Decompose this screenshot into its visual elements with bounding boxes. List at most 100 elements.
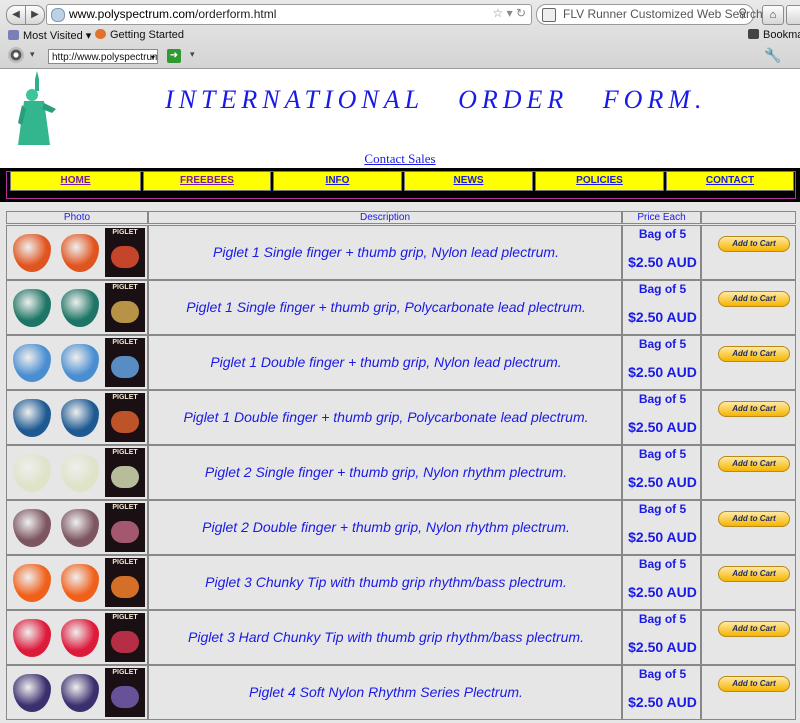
add-to-cart-button[interactable]: Add to Cart [718, 511, 790, 527]
add-to-cart-button[interactable]: Add to Cart [718, 566, 790, 582]
product-pack-image: PIGLET [105, 228, 145, 277]
plectrum-image [13, 289, 51, 327]
film-reel-icon[interactable] [8, 47, 24, 63]
product-description: Piglet 1 Single finger + thumb grip, Nyl… [213, 244, 559, 260]
add-to-cart-button[interactable]: Add to Cart [718, 676, 790, 692]
description-cell: Piglet 2 Single finger + thumb grip, Nyl… [148, 445, 622, 500]
bookmark-label: Bookmarks [763, 29, 800, 41]
plectrum-image [13, 674, 51, 712]
menu-contact[interactable]: CONTACT [666, 171, 794, 191]
site-identity-icon[interactable] [51, 8, 65, 22]
url-host: www.polyspectrum.com [69, 7, 196, 21]
add-to-cart-button[interactable]: Add to Cart [718, 401, 790, 417]
product-photo[interactable]: PIGLET [9, 448, 145, 497]
cart-cell: Add to Cart [701, 500, 796, 555]
page-title: INTERNATIONAL ORDER FORM. [165, 85, 707, 114]
add-to-cart-button[interactable]: Add to Cart [718, 291, 790, 307]
pack-contents-image [111, 686, 139, 708]
bookmark-label: Getting Started [110, 29, 184, 41]
dropdown-caret-icon[interactable]: ▾ [507, 6, 513, 20]
search-box[interactable]: FLV Runner Customized Web Search ⚲ [536, 4, 763, 25]
plectrum-image [13, 509, 51, 547]
plectrum-image [13, 564, 51, 602]
bookmark-most-visited[interactable]: Most Visited ▾ [8, 29, 91, 42]
product-description: Piglet 3 Hard Chunky Tip with thumb grip… [188, 629, 584, 645]
product-pack-image: PIGLET [105, 448, 145, 497]
url-select[interactable]: http://www.polyspectrum ▾ [48, 49, 158, 64]
pack-contents-image [111, 246, 139, 268]
statue-of-liberty-logo [8, 69, 66, 149]
cart-cell: Add to Cart [701, 610, 796, 665]
menu-home[interactable]: HOME [10, 171, 141, 191]
go-button[interactable]: ➜ [167, 49, 181, 63]
bookmark-star-icon[interactable]: ☆ [492, 6, 503, 20]
product-photo[interactable]: PIGLET [9, 393, 145, 442]
bag-quantity: Bag of 5 [638, 667, 687, 681]
photo-cell: PIGLET [6, 390, 148, 445]
cart-cell: Add to Cart [701, 555, 796, 610]
add-to-cart-button[interactable]: Add to Cart [718, 346, 790, 362]
pack-contents-image [111, 466, 139, 488]
table-row: PIGLET Piglet 1 Double finger + thumb gri… [6, 390, 796, 445]
product-photo[interactable]: PIGLET [9, 283, 145, 332]
add-to-cart-button[interactable]: Add to Cart [718, 456, 790, 472]
product-description: Piglet 2 Single finger + thumb grip, Nyl… [204, 464, 568, 480]
price-cell: Bag of 5 $2.50 AUD [622, 280, 701, 335]
contact-sales-link[interactable]: Contact Sales [0, 151, 800, 167]
product-photo[interactable]: PIGLET [9, 503, 145, 552]
plectrum-image [61, 344, 99, 382]
search-input[interactable]: FLV Runner Customized Web Search [563, 7, 763, 21]
pack-contents-image [111, 521, 139, 543]
menu-news[interactable]: NEWS [404, 171, 533, 191]
product-description: Piglet 2 Double finger + thumb grip, Nyl… [202, 519, 570, 535]
address-bar[interactable]: www.polyspectrum.com/orderform.html ☆ ▾ … [46, 4, 532, 25]
plectrum-image [61, 674, 99, 712]
firefox-icon [95, 29, 106, 39]
product-pack-image: PIGLET [105, 338, 145, 387]
extension-button[interactable] [786, 5, 800, 25]
chevron-down-icon[interactable]: ▾ [190, 49, 195, 60]
pack-contents-image [111, 631, 139, 653]
header-description: Description [148, 211, 622, 224]
cart-cell: Add to Cart [701, 390, 796, 445]
add-to-cart-button[interactable]: Add to Cart [718, 621, 790, 637]
pack-label: PIGLET [112, 229, 138, 236]
bookmark-getting-started[interactable]: Getting Started [95, 29, 184, 41]
wrench-icon[interactable]: 🔧 [764, 47, 781, 64]
address-bar-icons: ☆ ▾ ↻ [492, 6, 526, 20]
product-photo[interactable]: PIGLET [9, 338, 145, 387]
forward-button[interactable]: ▶ [25, 5, 45, 25]
cart-cell: Add to Cart [701, 280, 796, 335]
menu-freebees[interactable]: FREEBEES [143, 171, 271, 191]
extension-toolbar: ▾ http://www.polyspectrum ▾ ➜ ▾ 🔧 [0, 44, 800, 68]
cart-cell: Add to Cart [701, 665, 796, 720]
plectrum-image [61, 564, 99, 602]
url-select-value: http://www.polyspectrum [52, 52, 158, 63]
browser-chrome: ◀ ▶ www.polyspectrum.com/orderform.html … [0, 0, 800, 69]
add-to-cart-button[interactable]: Add to Cart [718, 236, 790, 252]
product-price: $2.50 AUD [628, 419, 697, 435]
description-cell: Piglet 1 Single finger + thumb grip, Pol… [148, 280, 622, 335]
home-button[interactable]: ⌂ [762, 5, 784, 25]
menu-info[interactable]: INFO [273, 171, 402, 191]
description-cell: Piglet 1 Double finger + thumb grip, Nyl… [148, 335, 622, 390]
search-icon[interactable]: ⚲ [738, 6, 747, 20]
address-text[interactable]: www.polyspectrum.com/orderform.html [69, 7, 276, 21]
photo-cell: PIGLET [6, 225, 148, 280]
search-engine-icon[interactable] [542, 8, 556, 22]
pack-label: PIGLET [112, 394, 138, 401]
back-button[interactable]: ◀ [6, 5, 26, 25]
plectrum-image [61, 454, 99, 492]
table-row: PIGLET Piglet 2 Double finger + thumb gri… [6, 500, 796, 555]
product-photo[interactable]: PIGLET [9, 558, 145, 607]
price-cell: Bag of 5 $2.50 AUD [622, 500, 701, 555]
product-photo[interactable]: PIGLET [9, 668, 145, 717]
reload-icon[interactable]: ↻ [516, 6, 526, 20]
menu-policies[interactable]: POLICIES [535, 171, 664, 191]
plectrum-image [13, 344, 51, 382]
chevron-down-icon[interactable]: ▾ [30, 49, 35, 60]
product-photo[interactable]: PIGLET [9, 228, 145, 277]
bookmarks-menu[interactable]: Bookmarks [748, 29, 800, 41]
product-photo[interactable]: PIGLET [9, 613, 145, 662]
cart-cell: Add to Cart [701, 225, 796, 280]
